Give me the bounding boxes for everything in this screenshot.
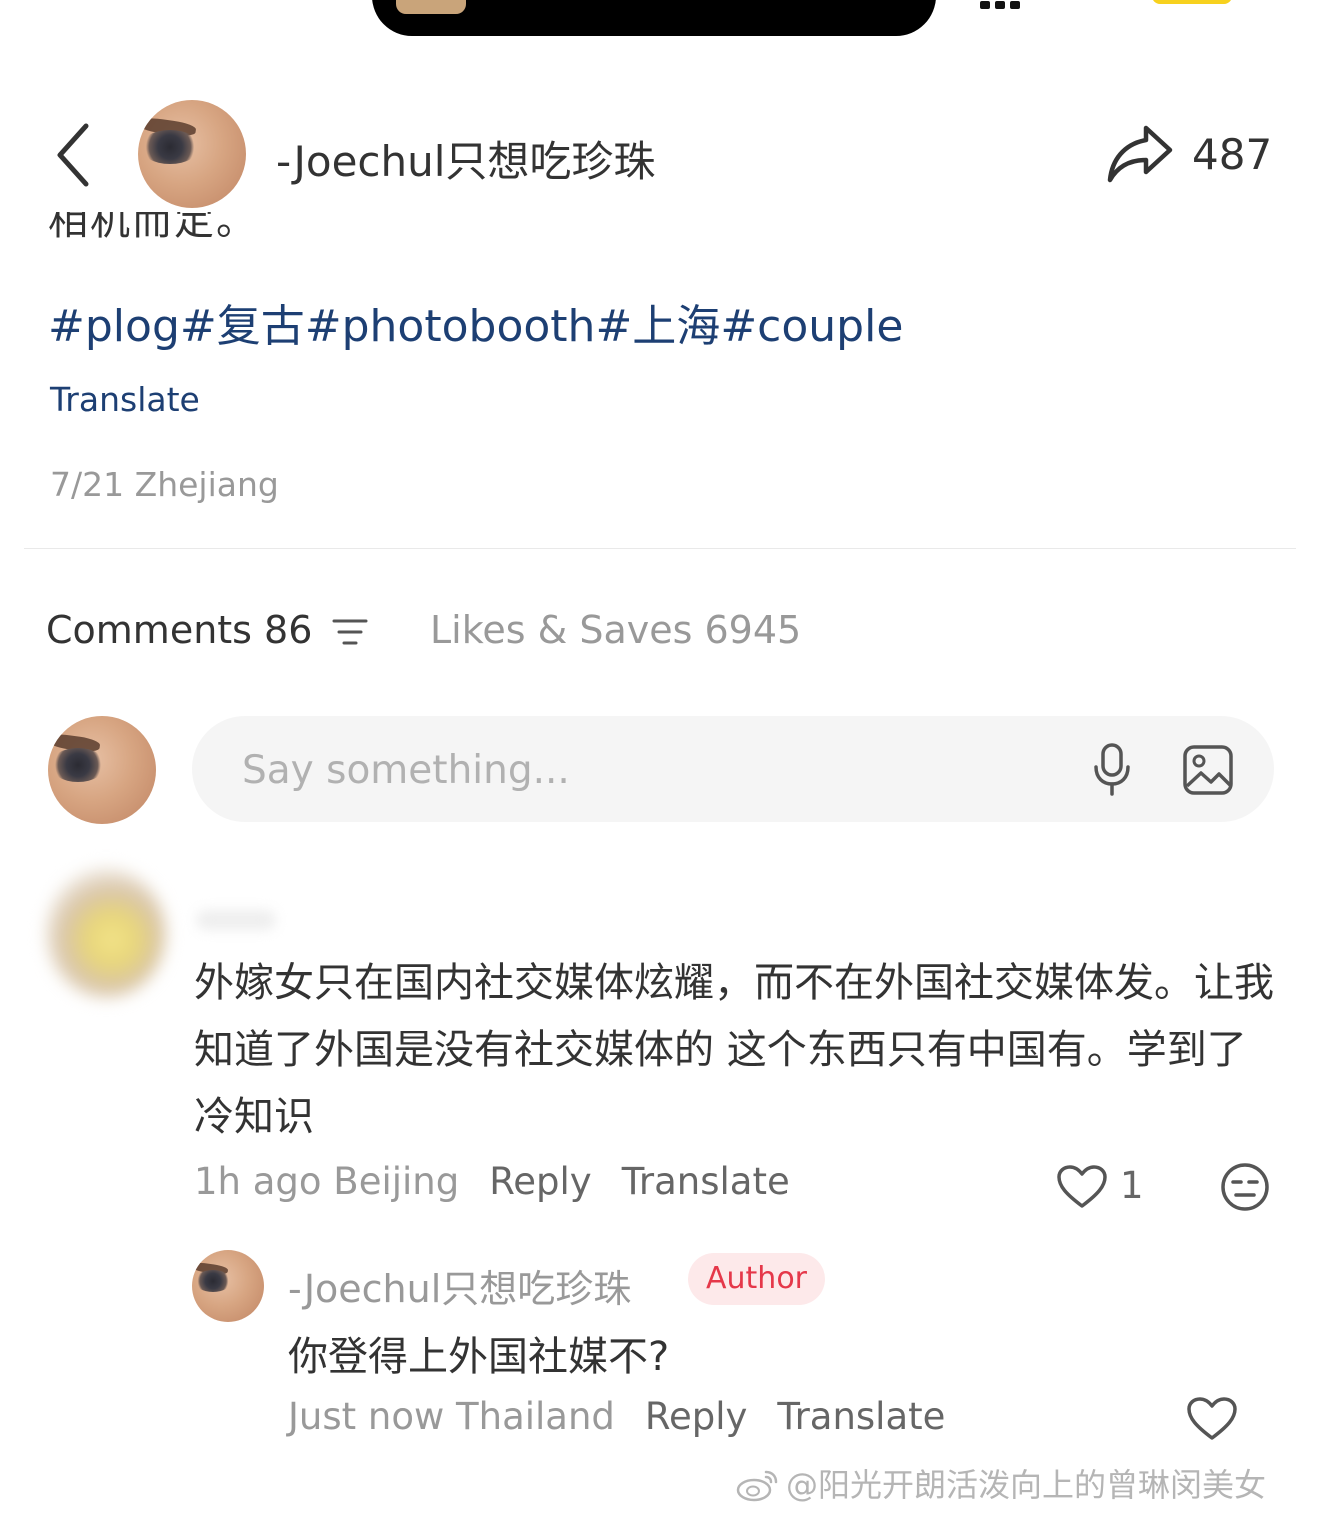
reply-time-location: Just now Thailand xyxy=(288,1395,615,1438)
chevron-left-icon xyxy=(57,123,89,187)
commenter-avatar[interactable] xyxy=(46,868,166,998)
microphone-icon[interactable] xyxy=(1088,742,1136,798)
like-button[interactable] xyxy=(1056,1164,1108,1210)
watermark-text: @阳光开朗活泼向上的曾琳闵美女 xyxy=(786,1466,1267,1504)
translate-post-link[interactable]: Translate xyxy=(50,380,200,419)
heart-icon xyxy=(1187,1397,1237,1440)
share-count: 487 xyxy=(1192,130,1273,179)
heart-icon xyxy=(1057,1165,1107,1208)
hashtag[interactable]: #couple xyxy=(720,301,903,352)
reaction-button[interactable] xyxy=(1220,1162,1270,1212)
reply-button[interactable]: Reply xyxy=(489,1160,591,1203)
battery-icon xyxy=(1152,0,1232,4)
comment-input-box[interactable] xyxy=(192,716,1274,822)
translate-reply-button[interactable]: Translate xyxy=(777,1395,945,1438)
comment-text: 外嫁女只在国内社交媒体炫耀，而不在外国社交媒体发。让我知道了外国是没有社交媒体的… xyxy=(194,960,1274,1140)
comment-input[interactable] xyxy=(240,740,1044,800)
reply-meta: Just now Thailand Reply Translate xyxy=(288,1395,945,1438)
hashtag[interactable]: #photobooth xyxy=(305,301,596,352)
tab-likes-saves[interactable]: Likes & Saves 6945 xyxy=(430,608,801,652)
reply-author-avatar[interactable] xyxy=(192,1250,264,1322)
author-name[interactable]: -Joechul只想吃珍珠 xyxy=(276,128,655,189)
like-count: 1 xyxy=(1120,1164,1144,1207)
share-icon xyxy=(1107,125,1173,183)
reply-text: 你登得上外国社媒不? xyxy=(288,1334,670,1380)
author-avatar[interactable] xyxy=(138,100,246,208)
divider xyxy=(24,548,1296,549)
translate-comment-button[interactable]: Translate xyxy=(622,1160,790,1203)
sort-icon[interactable] xyxy=(332,616,368,648)
post-text-fragment: 相机而定。 xyxy=(48,212,258,244)
my-avatar xyxy=(48,716,156,824)
reply-button[interactable]: Reply xyxy=(645,1395,747,1438)
watermark: @阳光开朗活泼向上的曾琳闵美女 xyxy=(736,1460,1266,1506)
neutral-face-icon xyxy=(1221,1163,1269,1211)
comment-meta: 1h ago Beijing Reply Translate xyxy=(194,1160,790,1203)
reply-like-button[interactable] xyxy=(1186,1396,1238,1442)
reply-author-name[interactable]: -Joechul只想吃珍珠 xyxy=(288,1258,631,1313)
hashtag[interactable]: #上海 xyxy=(595,301,720,352)
signal-icon xyxy=(980,0,1050,9)
hashtag-list: #plog#复古#photobooth#上海#couple xyxy=(48,290,903,354)
tab-comments[interactable]: Comments 86 xyxy=(46,608,312,652)
comment-time-location: 1h ago Beijing xyxy=(194,1160,460,1203)
weibo-logo-icon xyxy=(736,1470,778,1502)
hashtag[interactable]: #复古 xyxy=(180,301,305,352)
share-button[interactable] xyxy=(1106,122,1176,184)
hashtag[interactable]: #plog xyxy=(48,301,180,352)
commenter-name[interactable] xyxy=(196,910,276,930)
image-icon[interactable] xyxy=(1182,744,1234,796)
post-date-location: 7/21 Zhejiang xyxy=(50,465,279,504)
back-button[interactable] xyxy=(52,120,98,190)
author-badge: Author xyxy=(688,1253,826,1305)
now-playing-thumbnail xyxy=(396,0,466,14)
